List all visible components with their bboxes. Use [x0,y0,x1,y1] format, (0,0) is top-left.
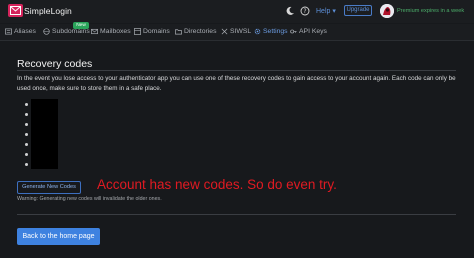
subdomains-icon [43,28,50,35]
nav-item-siwsl[interactable]: SIWSL [221,28,251,35]
warning-text: Warning: Generating new codes will inval… [17,196,162,202]
code-bullet [25,123,28,126]
nav-item-mailboxes[interactable]: Mailboxes [91,28,131,35]
back-home-button[interactable]: Back to the home page [17,228,100,245]
nav-item-api-keys[interactable]: API Keys [290,28,327,35]
logo-icon[interactable] [8,4,23,17]
generate-codes-button[interactable]: Generate New Codes [17,181,81,194]
help-menu[interactable]: Help ▾ [316,7,336,15]
code-bullet [25,143,28,146]
upgrade-button[interactable]: Upgrade [344,5,372,16]
nav-item-aliases[interactable]: Aliases [5,28,36,35]
premium-status: Premium expires in a week [397,8,465,14]
page-title: Recovery codes [17,58,93,70]
main-nav: Aliases Subdomains Mailboxes Domains Dir… [0,24,474,41]
avatar[interactable] [380,4,394,18]
nav-item-directories[interactable]: Directories [175,28,216,35]
section-divider [17,214,456,215]
gear-icon [254,28,261,35]
code-bullet [25,133,28,136]
recovery-description: In the event you lose access to your aut… [17,75,456,92]
moon-icon[interactable] [285,6,295,16]
redacted-codes [31,99,58,169]
code-bullet [25,163,28,166]
nav-item-domains[interactable]: Domains [134,28,170,35]
code-bullet [25,153,28,156]
title-divider [17,70,456,71]
aliases-icon [5,28,12,35]
code-bullet [25,103,28,106]
svg-text:?: ? [303,8,306,15]
nav-item-subdomains[interactable]: Subdomains [43,28,90,35]
question-icon[interactable]: ? [300,6,310,16]
mailbox-icon [91,28,98,35]
nav-item-settings[interactable]: Settings [254,28,288,35]
siwsl-icon [221,28,228,35]
annotation-text: Account has new codes. So do even try. [97,177,337,192]
folder-icon [175,29,182,35]
top-bar: SimpleLogin ? Help ▾ Upgrade Premium exp… [0,0,474,23]
domains-icon [134,28,141,35]
code-bullet [25,113,28,116]
key-icon [290,29,297,34]
brand-name[interactable]: SimpleLogin [24,6,72,16]
new-badge: New [73,22,89,29]
